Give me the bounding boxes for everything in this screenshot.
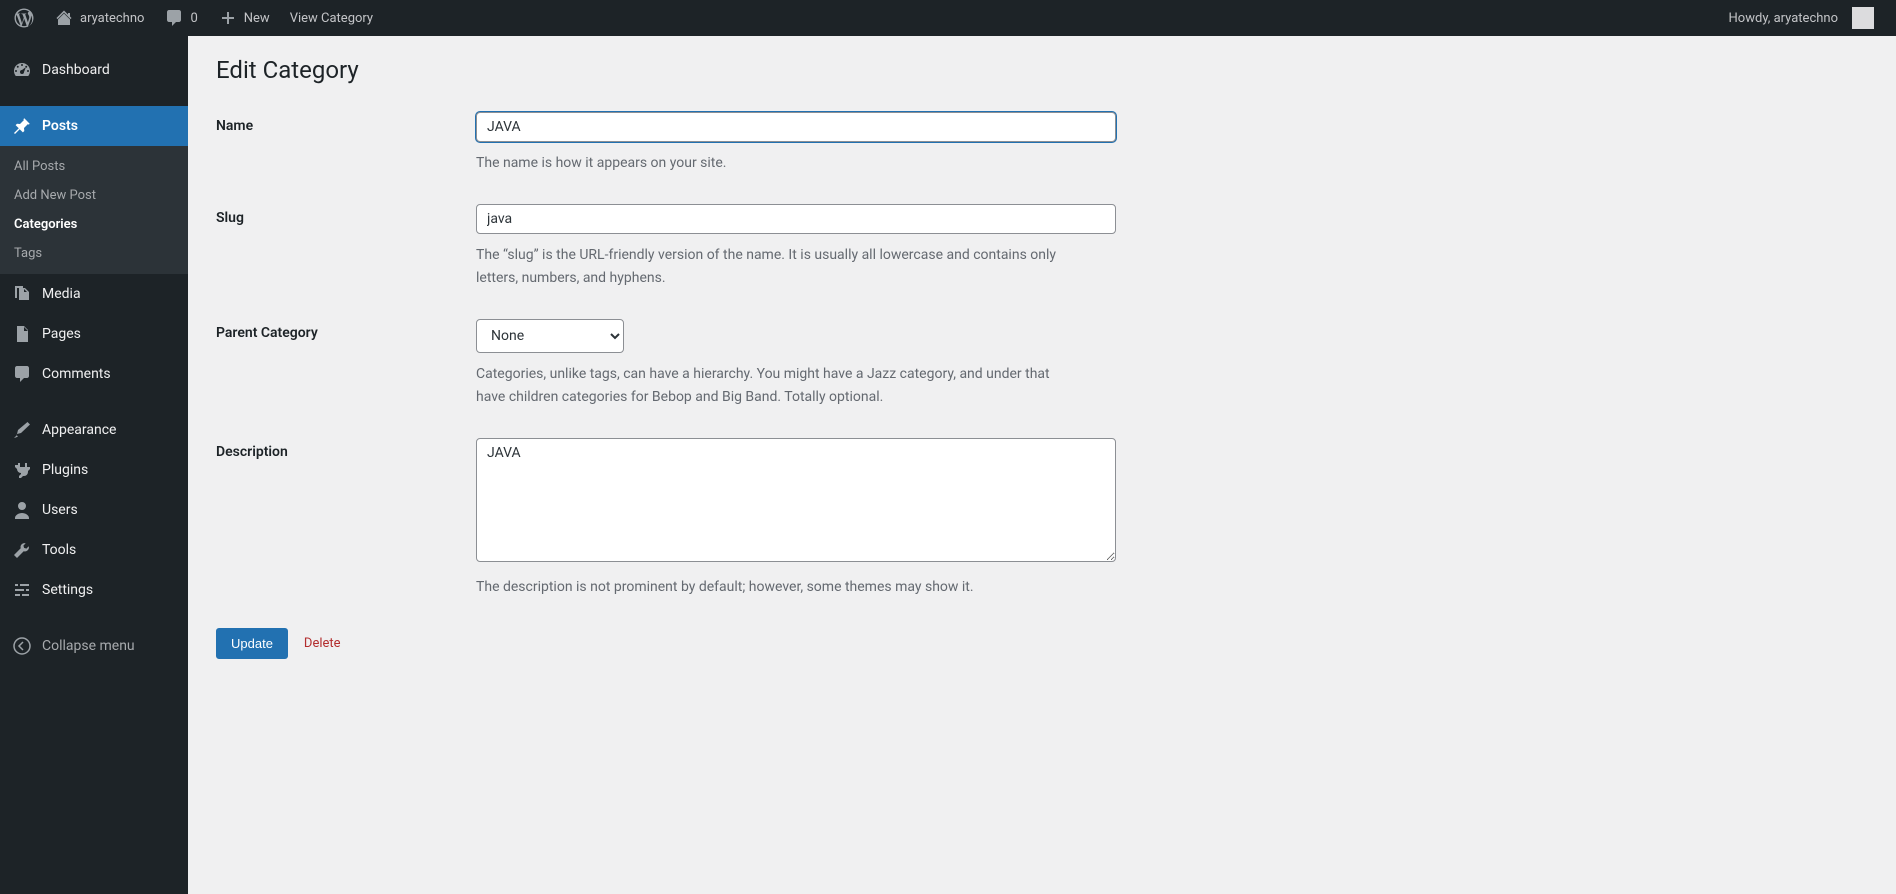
label-parent: Parent Category [216, 319, 476, 341]
menu-pages[interactable]: Pages [0, 314, 188, 354]
menu-plugins-label: Plugins [42, 462, 88, 478]
select-parent[interactable]: None [476, 319, 624, 353]
desc-parent: Categories, unlike tags, can have a hier… [476, 363, 1076, 408]
account-menu[interactable]: Howdy, aryatechno [1719, 0, 1884, 36]
menu-posts[interactable]: Posts [0, 106, 188, 146]
submenu-add-new-post[interactable]: Add New Post [0, 181, 188, 210]
input-name[interactable] [476, 112, 1116, 142]
submenu-categories[interactable]: Categories [0, 210, 188, 239]
view-category-label: View Category [290, 11, 373, 26]
admin-bar-right: Howdy, aryatechno [1719, 0, 1884, 36]
menu-media[interactable]: Media [0, 274, 188, 314]
menu-collapse[interactable]: Collapse menu [0, 626, 188, 666]
menu-media-label: Media [42, 286, 81, 302]
row-parent: Parent Category None Categories, unlike … [216, 319, 1868, 408]
label-description: Description [216, 438, 476, 460]
menu-dashboard-label: Dashboard [42, 62, 110, 78]
textarea-description[interactable] [476, 438, 1116, 562]
site-name-text: aryatechno [80, 11, 144, 26]
menu-settings-label: Settings [42, 582, 93, 598]
form-actions: Update Delete [216, 628, 1868, 659]
avatar [1852, 7, 1874, 29]
user-icon [12, 500, 32, 520]
menu-plugins[interactable]: Plugins [0, 450, 188, 490]
row-description: Description The description is not promi… [216, 438, 1868, 598]
row-slug: Slug The “slug” is the URL-friendly vers… [216, 204, 1868, 289]
dashboard-icon [12, 60, 32, 80]
delete-link[interactable]: Delete [304, 636, 341, 651]
input-slug[interactable] [476, 204, 1116, 234]
menu-collapse-label: Collapse menu [42, 638, 135, 654]
wordpress-icon [14, 8, 34, 28]
home-icon [54, 8, 74, 28]
wrench-icon [12, 540, 32, 560]
menu-posts-label: Posts [42, 118, 78, 134]
update-button[interactable]: Update [216, 628, 288, 659]
page-title: Edit Category [216, 56, 1868, 84]
desc-slug: The “slug” is the URL-friendly version o… [476, 244, 1076, 289]
pin-icon [12, 116, 32, 136]
plus-icon [218, 8, 238, 28]
sliders-icon [12, 580, 32, 600]
plug-icon [12, 460, 32, 480]
comments-icon [12, 364, 32, 384]
menu-dashboard[interactable]: Dashboard [0, 50, 188, 90]
view-category-link[interactable]: View Category [280, 0, 383, 36]
main-content: Edit Category Name The name is how it ap… [188, 36, 1896, 894]
new-label: New [244, 11, 270, 26]
site-name-link[interactable]: aryatechno [44, 0, 154, 36]
admin-bar-left: aryatechno 0 New View Category [4, 0, 383, 36]
menu-settings[interactable]: Settings [0, 570, 188, 610]
menu-users-label: Users [42, 502, 78, 518]
comments-link[interactable]: 0 [154, 0, 207, 36]
new-content-link[interactable]: New [208, 0, 280, 36]
collapse-icon [12, 636, 32, 656]
comment-count: 0 [190, 11, 197, 26]
menu-tools[interactable]: Tools [0, 530, 188, 570]
page-icon [12, 324, 32, 344]
wp-logo-menu[interactable] [4, 0, 44, 36]
menu-pages-label: Pages [42, 326, 81, 342]
submenu-tags[interactable]: Tags [0, 239, 188, 268]
desc-name: The name is how it appears on your site. [476, 152, 1076, 174]
submenu-all-posts[interactable]: All Posts [0, 152, 188, 181]
label-slug: Slug [216, 204, 476, 226]
menu-tools-label: Tools [42, 542, 76, 558]
menu-comments[interactable]: Comments [0, 354, 188, 394]
admin-sidebar: Dashboard Posts All Posts Add New Post C… [0, 36, 188, 894]
menu-appearance[interactable]: Appearance [0, 410, 188, 450]
row-name: Name The name is how it appears on your … [216, 112, 1868, 174]
menu-appearance-label: Appearance [42, 422, 116, 438]
media-icon [12, 284, 32, 304]
submenu-posts: All Posts Add New Post Categories Tags [0, 146, 188, 274]
howdy-text: Howdy, aryatechno [1729, 11, 1838, 26]
label-name: Name [216, 112, 476, 134]
brush-icon [12, 420, 32, 440]
menu-comments-label: Comments [42, 366, 111, 382]
desc-description: The description is not prominent by defa… [476, 576, 1076, 598]
menu-users[interactable]: Users [0, 490, 188, 530]
admin-bar: aryatechno 0 New View Category Howdy, ar… [0, 0, 1896, 36]
comment-icon [164, 8, 184, 28]
